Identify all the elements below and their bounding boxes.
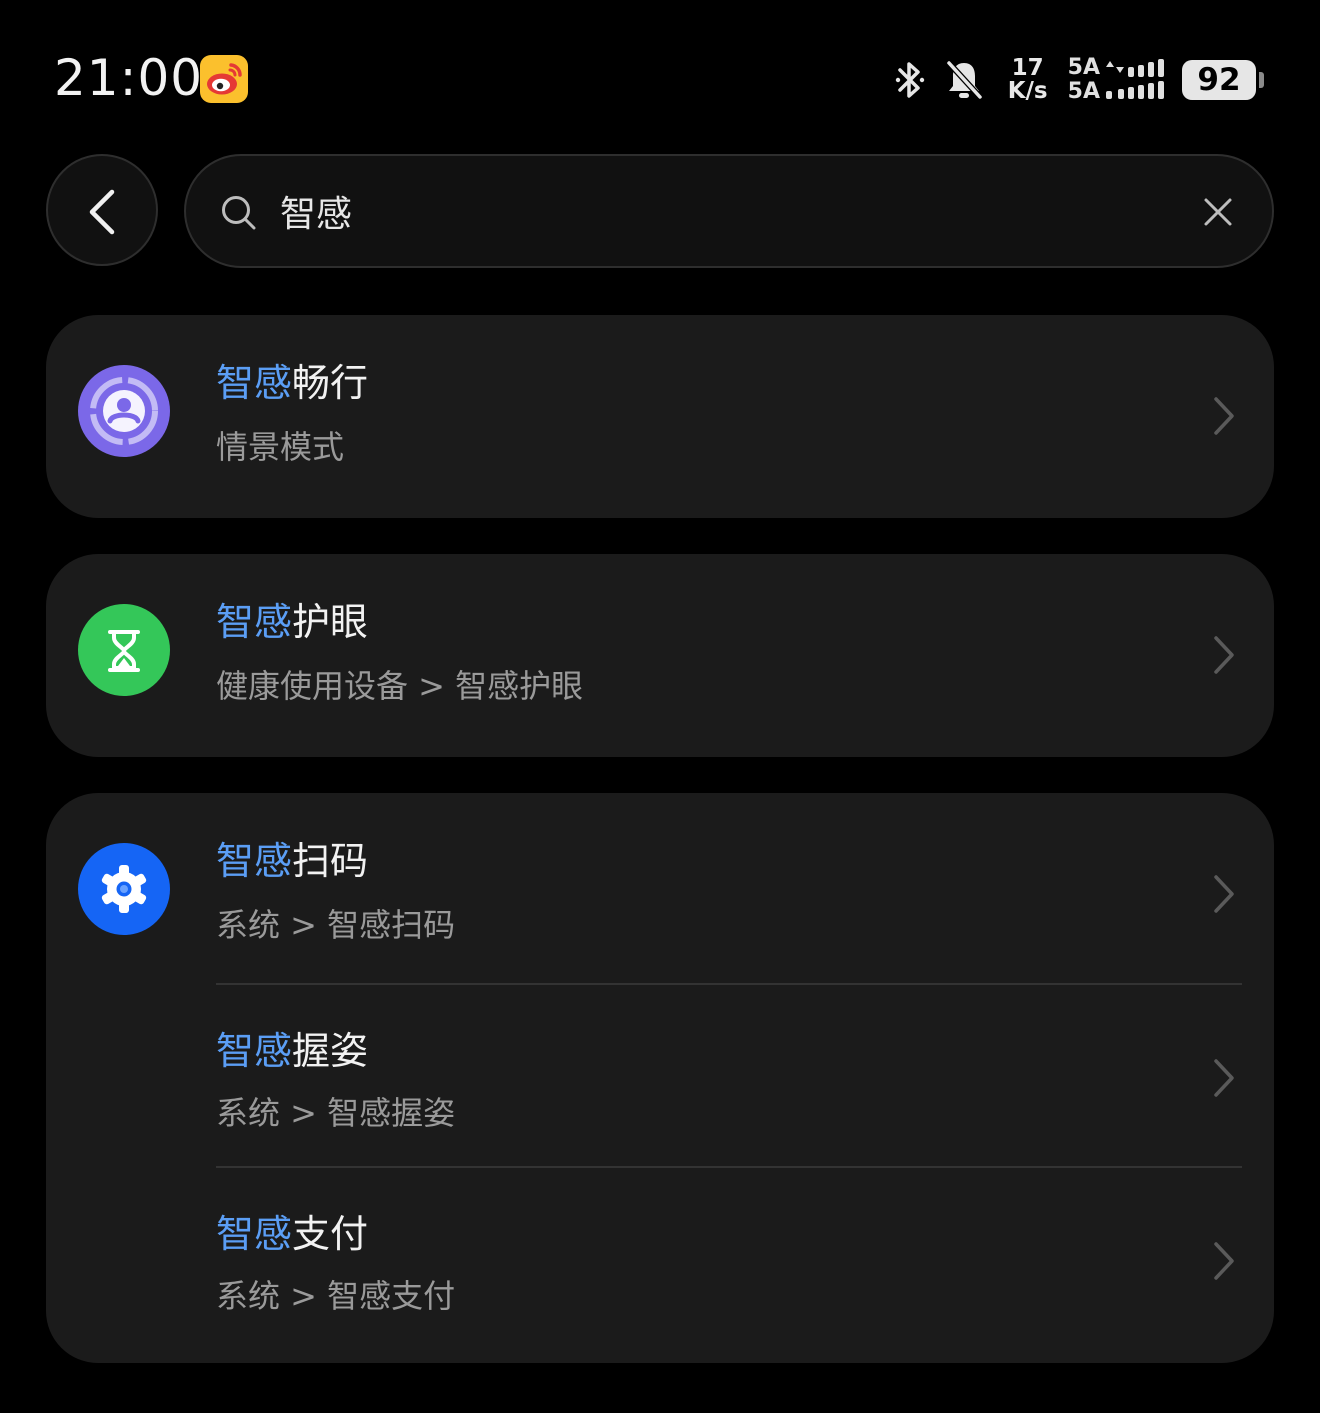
result-title-highlight: 智感 — [216, 839, 293, 883]
scene-mode-icon — [78, 365, 170, 457]
result-title: 智感支付 — [216, 1208, 368, 1260]
result-item[interactable]: 智感支付 系统 > 智感支付 — [46, 1168, 1274, 1363]
result-title: 智感扫码 — [216, 835, 368, 887]
search-bar[interactable] — [184, 154, 1274, 268]
result-subtitle: 系统 > 智感扫码 — [216, 906, 456, 944]
result-subtitle: 情景模式 — [216, 428, 345, 466]
status-time: 21:00 — [54, 49, 204, 107]
sim-labels: 5A 5A — [1068, 56, 1100, 104]
result-title-rest: 支付 — [292, 1212, 369, 1256]
result-title-highlight: 智感 — [216, 1212, 293, 1256]
result-subtitle: 健康使用设备 > 智感护眼 — [216, 667, 584, 705]
result-title-highlight: 智感 — [216, 1029, 293, 1073]
network-speed: 17 K/s — [1006, 57, 1050, 103]
chevron-right-icon — [1214, 1242, 1234, 1280]
chevron-right-icon — [1214, 397, 1234, 435]
sim2-label: 5A — [1067, 79, 1100, 104]
weibo-icon — [200, 55, 248, 103]
result-title-highlight: 智感 — [216, 600, 293, 644]
chevron-right-icon — [1214, 875, 1234, 913]
result-item[interactable]: 智感握姿 系统 > 智感握姿 — [46, 985, 1274, 1168]
bluetooth-icon — [895, 62, 924, 98]
result-item[interactable]: 智感扫码 系统 > 智感扫码 — [46, 793, 1274, 985]
result-item[interactable]: 智感畅行 情景模式 — [46, 315, 1274, 518]
result-card-scene: 智感畅行 情景模式 — [46, 315, 1274, 518]
result-subtitle: 系统 > 智感支付 — [216, 1277, 456, 1315]
result-title-rest: 护眼 — [292, 600, 369, 644]
chevron-right-icon — [1214, 1059, 1234, 1097]
settings-gear-icon — [78, 843, 170, 935]
close-icon[interactable] — [1202, 196, 1234, 228]
result-card-eye-care: 智感护眼 健康使用设备 > 智感护眼 — [46, 554, 1274, 757]
sim1-label: 5A — [1067, 55, 1100, 80]
result-title: 智感畅行 — [216, 357, 368, 409]
signal-icon — [1106, 59, 1164, 99]
chevron-left-icon — [89, 189, 115, 235]
result-subtitle: 系统 > 智感握姿 — [216, 1094, 456, 1132]
result-title: 智感握姿 — [216, 1025, 368, 1077]
result-title-highlight: 智感 — [216, 361, 293, 405]
result-item[interactable]: 智感护眼 健康使用设备 > 智感护眼 — [46, 554, 1274, 757]
result-title-rest: 扫码 — [292, 839, 369, 883]
result-title: 智感护眼 — [216, 596, 368, 648]
search-icon — [222, 196, 256, 230]
result-card-system: 智感扫码 系统 > 智感扫码 智感握姿 系统 > 智感握姿 智感支付 系统 > … — [46, 793, 1274, 1363]
battery-tip — [1259, 72, 1264, 88]
status-icons: 17 K/s 5A 5A 92 — [894, 52, 1264, 108]
result-title-rest: 握姿 — [292, 1029, 369, 1073]
network-speed-value: 17 — [1011, 55, 1044, 81]
hourglass-icon — [78, 604, 170, 696]
back-button[interactable] — [46, 154, 158, 266]
bell-off-icon — [946, 60, 982, 100]
chevron-right-icon — [1214, 636, 1234, 674]
status-bar: 21:00 17 K/s 5A 5A 92 — [0, 0, 1320, 150]
battery-indicator: 92 — [1182, 60, 1256, 100]
result-title-rest: 畅行 — [292, 361, 369, 405]
network-speed-unit: K/s — [1007, 78, 1048, 104]
search-input[interactable] — [280, 178, 1160, 244]
